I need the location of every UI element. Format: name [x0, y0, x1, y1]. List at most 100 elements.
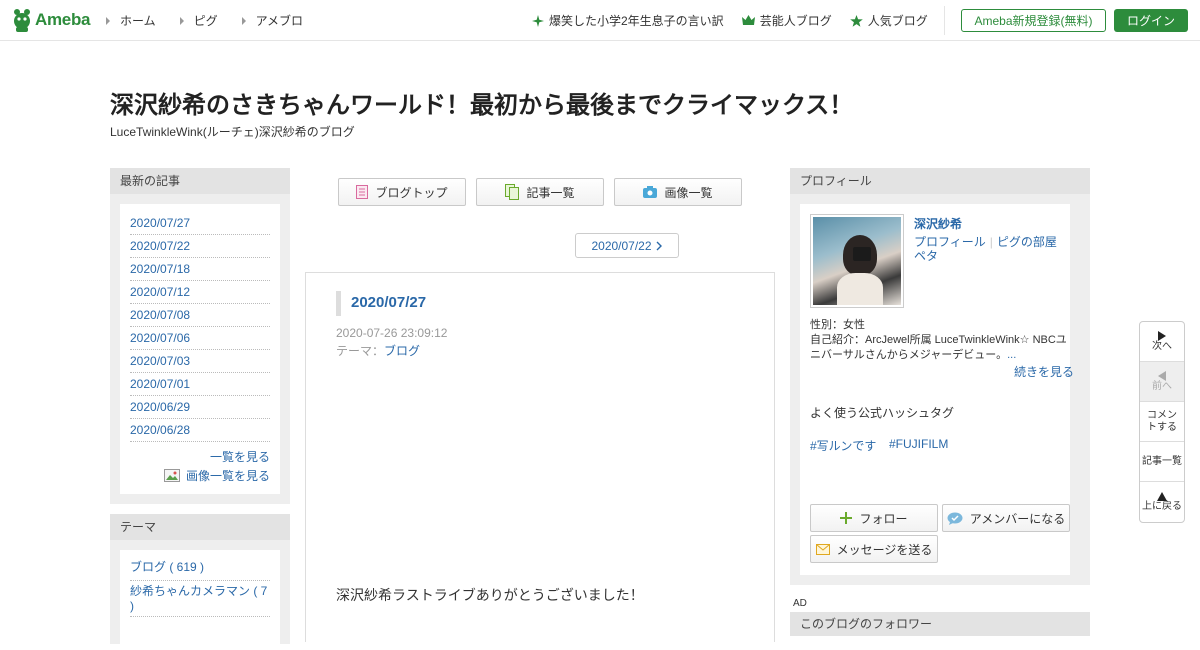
recent-articles-box: 最新の記事 2020/07/27 2020/07/22 2020/07/18 2… [110, 168, 290, 504]
amember-button-label: アメンバーになる [969, 511, 1066, 526]
blog-subtitle: LuceTwinkleWink(ルーチェ)深沢紗希のブログ [110, 125, 355, 139]
profile-links: プロフィール | ピグの部屋 ペタ [914, 235, 1057, 263]
header-link-popular[interactable]: 人気ブログ [849, 12, 928, 29]
profile-avatar-image [813, 217, 901, 305]
tab-image-list-label: 画像一覧 [664, 185, 713, 200]
hashtag-link[interactable]: #写ルンです [810, 437, 876, 454]
article-list-button[interactable]: 記事一覧 [1140, 442, 1184, 482]
back-to-top-button[interactable]: 上に戻る [1140, 482, 1184, 522]
article-body: 深沢紗希ラストライブありがとうございました！ [336, 587, 644, 603]
recent-article-link[interactable]: 2020/07/06 [130, 327, 270, 350]
star-icon [849, 14, 863, 27]
recent-articles-panel: 2020/07/27 2020/07/22 2020/07/18 2020/07… [120, 204, 280, 494]
themes-box: テーマ ブログ ( 619 ) 紗希ちゃんカメラマン ( 7 ) [110, 514, 290, 650]
profile-intro-ellipsis: ... [1007, 349, 1017, 361]
article: 2020/07/27 2020-07-26 23:09:12 テーマ：ブログ 深… [305, 272, 775, 642]
follow-button[interactable]: フォロー [810, 504, 938, 532]
hashtag-title: よく使う公式ハッシュタグ [810, 406, 955, 420]
recent-article-link[interactable]: 2020/06/28 [130, 419, 270, 442]
recent-article-link[interactable]: 2020/07/22 [130, 235, 270, 258]
recent-article-link[interactable]: 2020/07/01 [130, 373, 270, 396]
ameba-mascot-icon [14, 9, 30, 32]
profile-heading: プロフィール [790, 168, 1090, 194]
global-header: Ameba ホーム ピグ アメブロ 爆笑した小学2年生息子の言い訳 芸能人ブログ… [0, 0, 1200, 41]
tab-blog-top[interactable]: ブログトップ [338, 178, 466, 206]
image-list-icon [163, 469, 180, 482]
recent-articles-list: 2020/07/27 2020/07/22 2020/07/18 2020/07… [130, 212, 270, 442]
document-icon [356, 185, 369, 199]
recent-article-link[interactable]: 2020/07/03 [130, 350, 270, 373]
peta-link[interactable]: ペタ [914, 249, 938, 263]
play-left-icon [1158, 370, 1166, 381]
triangle-right-icon [106, 16, 110, 25]
comment-button[interactable]: コメントする [1140, 402, 1184, 442]
next-article-button[interactable]: 次へ [1140, 322, 1184, 362]
article-list-label: 記事一覧 [1142, 455, 1182, 467]
send-message-button-label: メッセージを送る [836, 542, 933, 557]
see-image-list-link[interactable]: 画像一覧を見る [186, 467, 270, 484]
prev-article-button[interactable]: 前へ [1140, 362, 1184, 402]
profile-intro-line1: 自己紹介：ArcJewel所属 LuceTwinkleWink☆ NBCユ [810, 334, 1067, 346]
header-link-trend[interactable]: 爆笑した小学2年生息子の言い訳 [532, 12, 724, 29]
nav-home-label: ホーム [120, 14, 156, 28]
chevron-right-icon [656, 241, 662, 250]
header-link-popular-label: 人気ブログ [867, 14, 928, 28]
triangle-right-icon [179, 16, 184, 25]
profile-avatar[interactable] [810, 214, 904, 308]
recent-article-link[interactable]: 2020/06/29 [130, 396, 270, 419]
article-theme-label: テーマ： [336, 344, 385, 358]
header-divider [944, 6, 945, 35]
triangle-up-icon [1157, 491, 1167, 501]
recent-article-link[interactable]: 2020/07/08 [130, 304, 270, 327]
crown-icon [741, 15, 755, 25]
read-more-link[interactable]: 続きを見る [1014, 363, 1074, 380]
recent-article-link[interactable]: 2020/07/18 [130, 258, 270, 281]
theme-link[interactable]: ブログ ( 619 ) [130, 558, 270, 581]
article-title[interactable]: 2020/07/27 [351, 294, 426, 311]
nav-home[interactable]: ホーム [106, 12, 156, 29]
hashtag-link[interactable]: #FUJIFILM [889, 437, 948, 451]
nav-ameblo-label: アメブロ [255, 14, 304, 28]
header-links: 爆笑した小学2年生息子の言い訳 芸能人ブログ 人気ブログ [532, 12, 946, 29]
register-button[interactable]: Ameba新規登録(無料) [961, 9, 1106, 32]
header-link-trend-label: 爆笑した小学2年生息子の言い訳 [549, 14, 724, 28]
recent-article-link[interactable]: 2020/07/27 [130, 212, 270, 235]
ameba-logo[interactable]: Ameba [12, 8, 90, 32]
article-datetime: 2020-07-26 23:09:12 [336, 326, 448, 340]
theme-link[interactable]: 紗希ちゃんカメラマン ( 7 ) [130, 581, 270, 617]
triangle-right-icon [241, 16, 246, 25]
pigg-room-link[interactable]: ピグの部屋 [997, 235, 1057, 249]
logo-text: Ameba [35, 10, 91, 29]
article-theme-link[interactable]: ブログ [384, 344, 420, 358]
article-theme: テーマ：ブログ [336, 342, 420, 359]
documents-icon [505, 184, 520, 200]
tab-blog-top-label: ブログトップ [375, 185, 448, 200]
profile-link[interactable]: プロフィール [914, 235, 986, 249]
recent-articles-heading: 最新の記事 [110, 168, 290, 194]
profile-name[interactable]: 深沢紗希 [914, 215, 962, 232]
themes-heading: テーマ [110, 514, 290, 540]
previous-article-button[interactable]: 2020/07/22 [575, 233, 679, 258]
login-button[interactable]: ログイン [1114, 9, 1188, 32]
tab-article-list-label: 記事一覧 [526, 185, 575, 200]
next-article-label: 次へ [1152, 340, 1172, 352]
amember-button[interactable]: アメンバーになる [942, 504, 1070, 532]
global-nav: ホーム ピグ アメブロ [106, 12, 327, 29]
profile-intro: 自己紹介：ArcJewel所属 LuceTwinkleWink☆ NBCユ ニバ… [810, 333, 1072, 363]
blog-title[interactable]: 深沢紗希のさきちゃんワールド！最初から最後までクライマックス！ [110, 85, 853, 120]
floating-article-nav: 次へ 前へ コメントする 記事一覧 上に戻る [1139, 321, 1185, 523]
comment-label: コメントする [1147, 409, 1177, 433]
header-link-celebrity[interactable]: 芸能人ブログ [741, 12, 832, 29]
profile-intro-line2: ニバーサルさんからメジャーデビュー。 [810, 349, 1008, 361]
tab-article-list[interactable]: 記事一覧 [476, 178, 604, 206]
header-link-celebrity-label: 芸能人ブログ [759, 14, 832, 28]
see-all-articles-link[interactable]: 一覧を見る [210, 450, 270, 464]
recent-article-link[interactable]: 2020/07/12 [130, 281, 270, 304]
tab-image-list[interactable]: 画像一覧 [614, 178, 742, 206]
previous-article-date: 2020/07/22 [591, 238, 652, 253]
nav-pigg[interactable]: ピグ [179, 12, 218, 29]
sparkle-icon [532, 14, 544, 27]
nav-ameblo[interactable]: アメブロ [241, 12, 304, 29]
article-title-bar [336, 291, 341, 316]
send-message-button[interactable]: メッセージを送る [810, 535, 938, 563]
